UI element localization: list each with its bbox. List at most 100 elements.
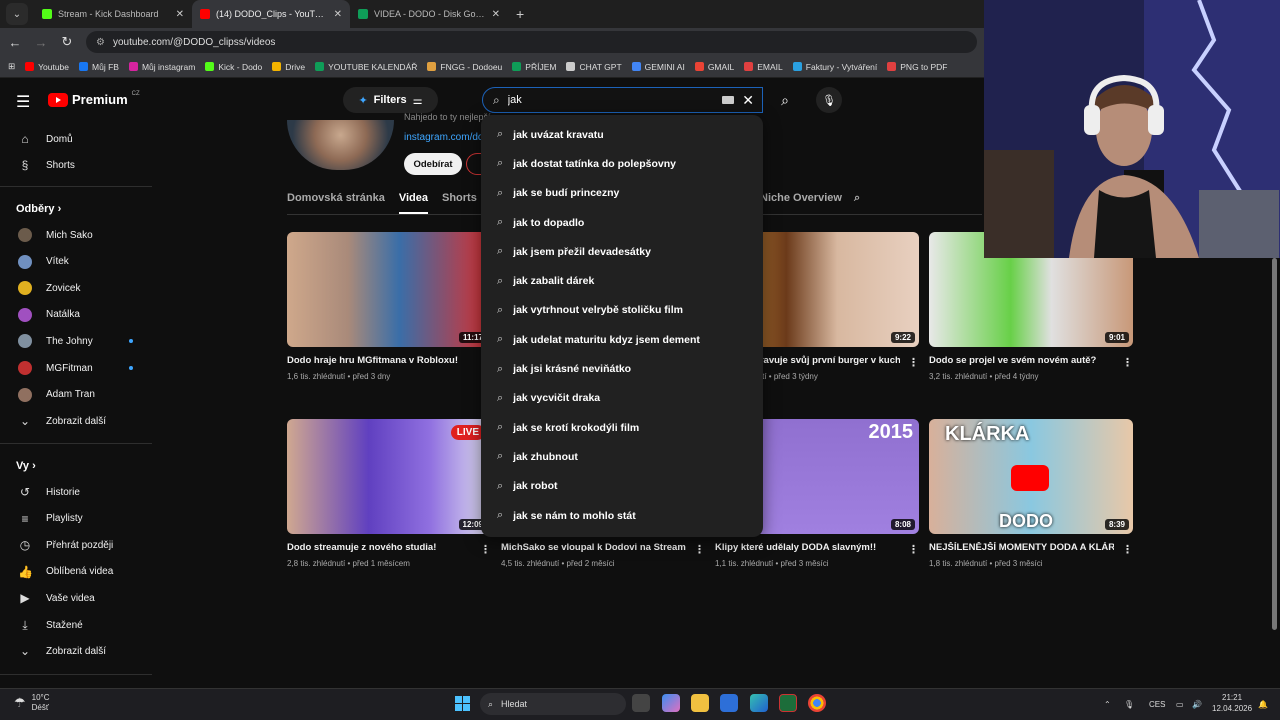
address-bar[interactable]: ⚙ youtube.com/@DODO_clipss/videos [86, 31, 977, 53]
suggestion-item[interactable]: ⌕ jak jsi krásné neviňátko [481, 354, 763, 383]
new-tab-button[interactable]: + [516, 6, 524, 22]
suggestion-item[interactable]: ⌕ jak vycvičit draka [481, 384, 763, 413]
more-options-icon[interactable]: ⋮ [1122, 356, 1133, 369]
sidebar-item-your-videos[interactable]: ▶ Vaše videa [0, 585, 155, 611]
browser-tab-kick[interactable]: Stream - Kick Dashboard ✕ [34, 0, 192, 28]
sidebar-item-home[interactable]: ⌂ Domů [0, 126, 155, 152]
more-options-icon[interactable]: ⋮ [908, 543, 919, 556]
bookmark-item[interactable]: Kick - Dodo [205, 62, 262, 72]
keyboard-icon[interactable] [722, 96, 735, 104]
task-view-icon[interactable] [632, 694, 650, 712]
clear-search-icon[interactable]: ✕ [742, 92, 754, 109]
weather-widget[interactable]: ☂ 10°C Déšť [14, 693, 50, 713]
edge-icon[interactable] [750, 694, 768, 712]
menu-icon[interactable]: ☰ [16, 92, 30, 112]
join-button[interactable] [466, 153, 482, 175]
suggestion-item[interactable]: ⌕ jak se nám to mohlo stát [481, 501, 763, 530]
bookmark-item[interactable]: YOUTUBE KALENDÁŘ [315, 62, 417, 72]
suggestion-item[interactable]: ⌕ jak dostat tatínka do polepšovny [481, 149, 763, 178]
sidebar-item-subscription[interactable]: Vítek [0, 249, 155, 275]
forward-icon[interactable]: → [34, 35, 48, 50]
more-options-icon[interactable]: ⋮ [480, 543, 491, 556]
volume-icon[interactable]: 🔊 [1192, 700, 1202, 709]
video-card[interactable]: 11:17 Dodo hraje hru MGfitmana v Robloxu!… [287, 232, 491, 381]
suggestion-item[interactable]: ⌕ jak jsem přežil devadesátky [481, 237, 763, 266]
chevron-up-icon[interactable]: ⌃ [1104, 700, 1111, 709]
suggestion-item[interactable]: ⌕ jak uvázat kravatu [481, 120, 763, 149]
video-title[interactable]: Dodo streamuje z nového studia! [287, 542, 472, 553]
close-icon[interactable]: ✕ [334, 9, 342, 20]
suggestion-item[interactable]: ⌕ jak to dopadlo [481, 208, 763, 237]
language-indicator[interactable]: CES [1149, 700, 1165, 709]
windows-start-icon[interactable] [455, 696, 471, 712]
tab-home[interactable]: Domovská stránka [287, 192, 385, 214]
clock[interactable]: 21:21 12.04.2026 [1212, 692, 1252, 714]
subs-show-more[interactable]: ⌄ Zobrazit další [0, 408, 155, 434]
bookmark-item[interactable]: FNGG - Dodoeu [427, 62, 502, 72]
search-box[interactable]: ⌕ ✕ [482, 87, 763, 113]
suggestion-item[interactable]: ⌕ jak robot [481, 472, 763, 501]
bookmark-item[interactable]: Můj FB [79, 62, 119, 72]
browser-tab-youtube[interactable]: (14) DODO_Clips - YouTube ✕ [192, 0, 350, 28]
copilot-icon[interactable] [662, 694, 680, 712]
close-icon[interactable]: ✕ [492, 9, 500, 20]
video-card[interactable]: 12:09 LIVE Dodo streamuje z nového studia!… [287, 419, 491, 568]
chrome-icon[interactable] [808, 694, 826, 712]
taskbar-search[interactable]: ⌕ Hledat [480, 693, 626, 715]
youtube-logo[interactable]: Premium CZ [48, 91, 140, 107]
suggestion-item[interactable]: ⌕ jak zabalit dárek [481, 266, 763, 295]
apps-icon[interactable]: ⊞ [8, 61, 15, 72]
close-icon[interactable]: ✕ [176, 9, 184, 20]
sidebar-item-thumbs-up[interactable]: 👍 Oblíbená videa [0, 559, 155, 585]
subscriptions-header[interactable]: Odběry › [16, 203, 61, 215]
bookmark-item[interactable]: Faktury - Vytváření [792, 62, 877, 72]
sidebar-item-playlist[interactable]: ≡ Playlisty [0, 506, 155, 532]
channel-avatar[interactable] [287, 120, 394, 170]
sidebar-item-subscription[interactable]: Mich Sako [0, 222, 155, 248]
sidebar-item-subscription[interactable]: Adam Tran [0, 382, 155, 408]
voice-search-button[interactable]: 🎙 [816, 87, 842, 113]
site-info-icon[interactable]: ⚙ [96, 37, 105, 48]
sidebar-item-subscription[interactable]: Natálka [0, 302, 155, 328]
video-title[interactable]: Dodo hraje hru MGfitmana v Robloxu! [287, 355, 472, 366]
more-options-icon[interactable]: ⋮ [1122, 543, 1133, 556]
video-thumbnail[interactable]: 8:39 KLÁRKA DODO [929, 419, 1133, 534]
bookmark-item[interactable]: Youtube [25, 62, 69, 72]
sidebar-item-subscription[interactable]: The Johny [0, 328, 155, 354]
file-explorer-icon[interactable] [691, 694, 709, 712]
notification-icon[interactable]: 🔔 [1258, 700, 1268, 709]
search-input[interactable] [507, 94, 708, 106]
video-card[interactable]: 8:39 KLÁRKA DODO NEJŠÍLENĚJŠÍ MOMENTY DODA … [929, 419, 1133, 568]
search-button[interactable]: ⌕ [765, 87, 805, 113]
network-icon[interactable]: ▭ [1176, 700, 1184, 709]
outlook-icon[interactable] [720, 694, 738, 712]
video-thumbnail[interactable]: 12:09 LIVE [287, 419, 491, 534]
you-show-more[interactable]: ⌄ Zobrazit další [0, 638, 155, 664]
sidebar-item-history[interactable]: ↺ Historie [0, 479, 155, 505]
more-options-icon[interactable]: ⋮ [694, 543, 705, 556]
reload-icon[interactable]: ↻ [60, 34, 74, 50]
sidebar-item-subscription[interactable]: Zovicek [0, 275, 155, 301]
bookmark-item[interactable]: CHAT GPT [566, 62, 622, 72]
bookmark-item[interactable]: EMAIL [744, 62, 783, 72]
video-title[interactable]: Dodo se projel ve svém novém autě? [929, 355, 1114, 366]
bookmark-item[interactable]: GEMINI AI [631, 62, 685, 72]
more-options-icon[interactable]: ⋮ [908, 356, 919, 369]
channel-link[interactable]: instagram.com/do [404, 132, 483, 143]
sidebar-item-subscription[interactable]: MGFitman [0, 355, 155, 381]
sidebar-item-download[interactable]: ⤓ Stažené [0, 612, 155, 638]
tab-shorts[interactable]: Shorts [442, 192, 477, 214]
subscribe-button[interactable]: Odebírat [404, 153, 462, 175]
back-icon[interactable]: ← [8, 35, 22, 50]
bookmark-item[interactable]: PŘÍJEM [512, 62, 556, 72]
excel-icon[interactable] [779, 694, 797, 712]
browser-tab-drive[interactable]: VIDEA - DODO - Disk Google ✕ [350, 0, 508, 28]
suggestion-item[interactable]: ⌕ jak se budí princezny [481, 179, 763, 208]
video-title[interactable]: NEJŠÍLENĚJŠÍ MOMENTY DODA A KLÁRKY!! [929, 542, 1114, 553]
tab-search-button[interactable]: ⌄ [6, 3, 28, 25]
filters-button[interactable]: ✦ Filters ⚌ [343, 87, 438, 113]
bookmark-item[interactable]: Můj instagram [128, 62, 195, 72]
bookmark-item[interactable]: GMAIL [694, 62, 734, 72]
suggestion-item[interactable]: ⌕ jak se krotí krokodýli film [481, 413, 763, 442]
video-title[interactable]: Klipy které udělaly DODA slavným!! [715, 542, 900, 553]
